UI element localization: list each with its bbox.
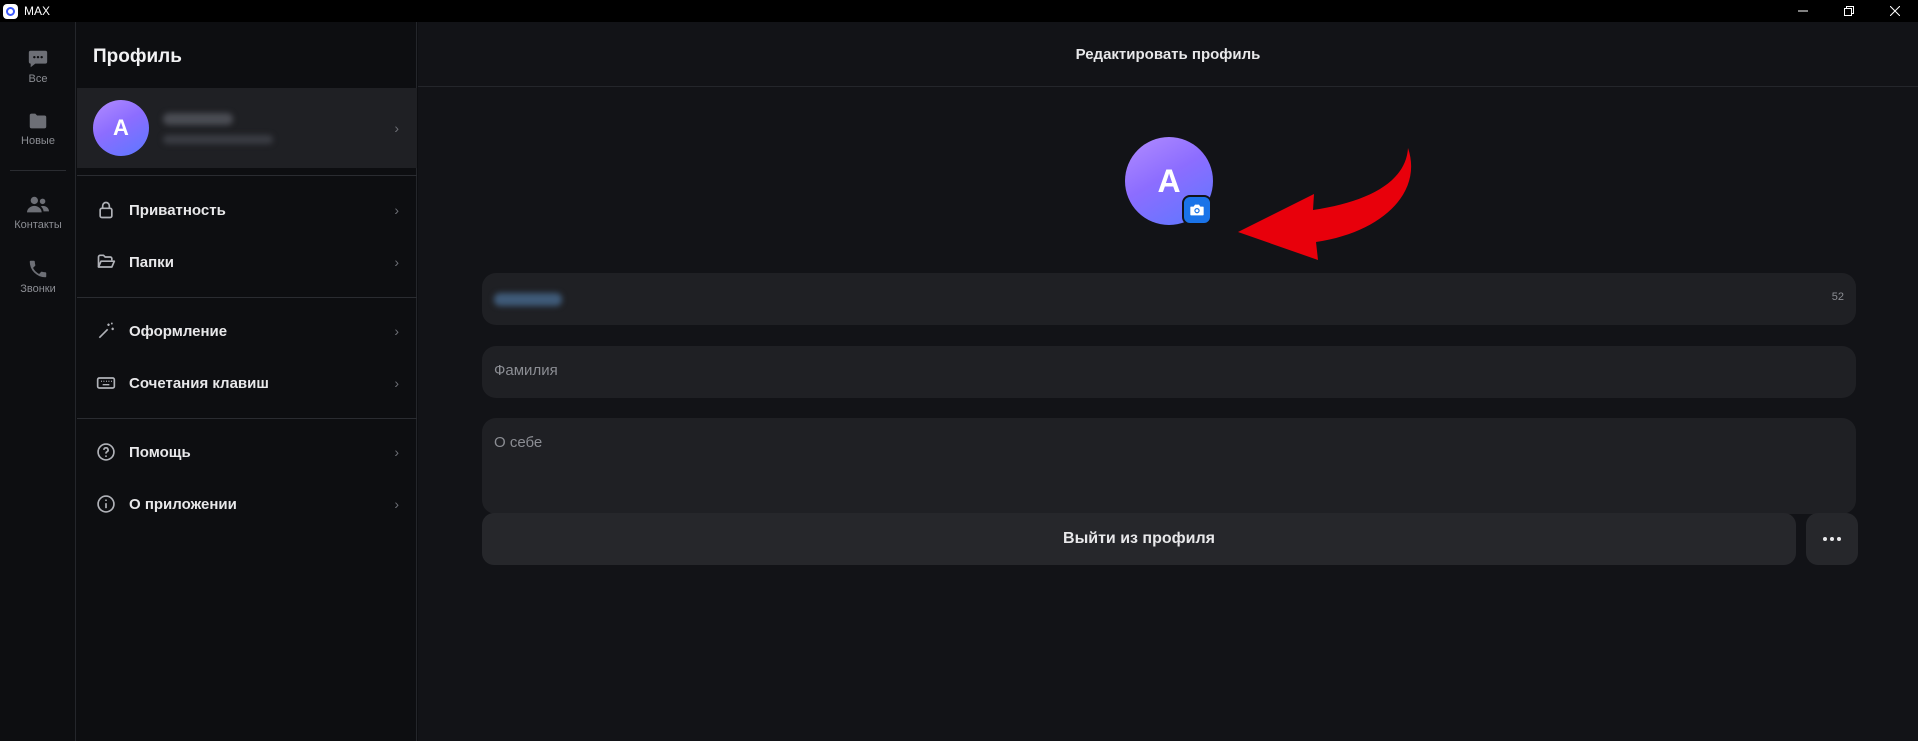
chevron-right-icon: › (394, 496, 399, 512)
menu-item-folders[interactable]: Папки › (77, 239, 417, 285)
divider (77, 297, 417, 298)
rail-item-label: Звонки (20, 283, 56, 295)
menu-item-label: Сочетания клавиш (129, 374, 269, 392)
profile-card[interactable]: A › (77, 88, 417, 168)
chevron-right-icon: › (394, 375, 399, 391)
app-logo-icon (3, 3, 18, 19)
title-bar: MAX (0, 0, 1918, 22)
about-placeholder: О себе (494, 434, 543, 451)
minimize-button[interactable] (1780, 0, 1826, 22)
menu-item-label: Папки (129, 253, 174, 271)
rail-divider (10, 170, 66, 171)
last-name-placeholder: Фамилия (494, 362, 558, 379)
about-field[interactable]: О себе (482, 418, 1856, 514)
rail-item-label: Контакты (14, 219, 62, 231)
menu-item-help[interactable]: Помощь › (77, 429, 417, 475)
phone-icon (29, 260, 47, 278)
window-controls (1780, 0, 1918, 22)
chevron-right-icon: › (394, 120, 399, 136)
divider (77, 175, 417, 176)
help-circle-icon (95, 441, 117, 463)
char-counter: 52 (1831, 291, 1844, 303)
menu-item-about[interactable]: О приложении › (77, 481, 417, 527)
annotation-arrow-icon (1238, 148, 1412, 260)
chevron-right-icon: › (394, 254, 399, 270)
keyboard-icon (95, 372, 117, 394)
redacted-first-name (494, 293, 562, 306)
chevron-right-icon: › (394, 323, 399, 339)
rail-item-new[interactable]: Новые (0, 110, 76, 147)
restore-button[interactable] (1826, 0, 1872, 22)
profile-panel: Профиль A › Приватность › Папки › Оформл… (77, 22, 417, 741)
menu-item-label: О приложении (129, 495, 237, 513)
folder-open-icon (95, 251, 117, 273)
first-name-field[interactable]: 52 (482, 273, 1856, 325)
info-circle-icon (95, 493, 117, 515)
rail-item-all[interactable]: Все (0, 48, 76, 85)
rail-item-label: Новые (21, 135, 55, 147)
more-options-button[interactable] (1806, 513, 1858, 565)
panel-title: Профиль (93, 46, 182, 67)
rail-item-contacts[interactable]: Контакты (0, 194, 76, 231)
close-icon (1890, 6, 1900, 16)
menu-item-shortcuts[interactable]: Сочетания клавиш › (77, 360, 417, 406)
magic-wand-icon (95, 320, 117, 342)
menu-item-privacy[interactable]: Приватность › (77, 187, 417, 233)
more-dots-icon (1823, 537, 1841, 541)
main-header: Редактировать профиль (418, 22, 1918, 87)
chevron-right-icon: › (394, 202, 399, 218)
avatar: A (93, 100, 149, 156)
nav-rail: Все Новые Контакты Звонки (0, 22, 76, 741)
logout-button[interactable]: Выйти из профиля (482, 513, 1796, 565)
menu-item-label: Помощь (129, 443, 191, 461)
change-photo-button[interactable] (1182, 195, 1212, 225)
edit-profile-view: Редактировать профиль A 52 Фамилия О себ… (418, 22, 1918, 741)
camera-icon (1190, 204, 1204, 216)
page-title: Редактировать профиль (1075, 45, 1261, 63)
window-title: MAX (24, 4, 51, 18)
last-name-field[interactable]: Фамилия (482, 346, 1856, 398)
menu-item-label: Приватность (129, 201, 226, 219)
menu-item-label: Оформление (129, 322, 228, 340)
contacts-icon (27, 196, 49, 213)
redacted-profile-info (163, 112, 273, 144)
folder-icon (29, 113, 47, 129)
chevron-right-icon: › (394, 444, 399, 460)
lock-icon (95, 199, 117, 221)
chat-icon (28, 50, 48, 68)
divider (77, 418, 417, 419)
rail-item-calls[interactable]: Звонки (0, 258, 76, 295)
rail-item-label: Все (28, 73, 48, 85)
restore-icon (1844, 6, 1854, 16)
menu-item-appearance[interactable]: Оформление › (77, 308, 417, 354)
close-button[interactable] (1872, 0, 1918, 22)
minimize-icon (1798, 10, 1808, 12)
